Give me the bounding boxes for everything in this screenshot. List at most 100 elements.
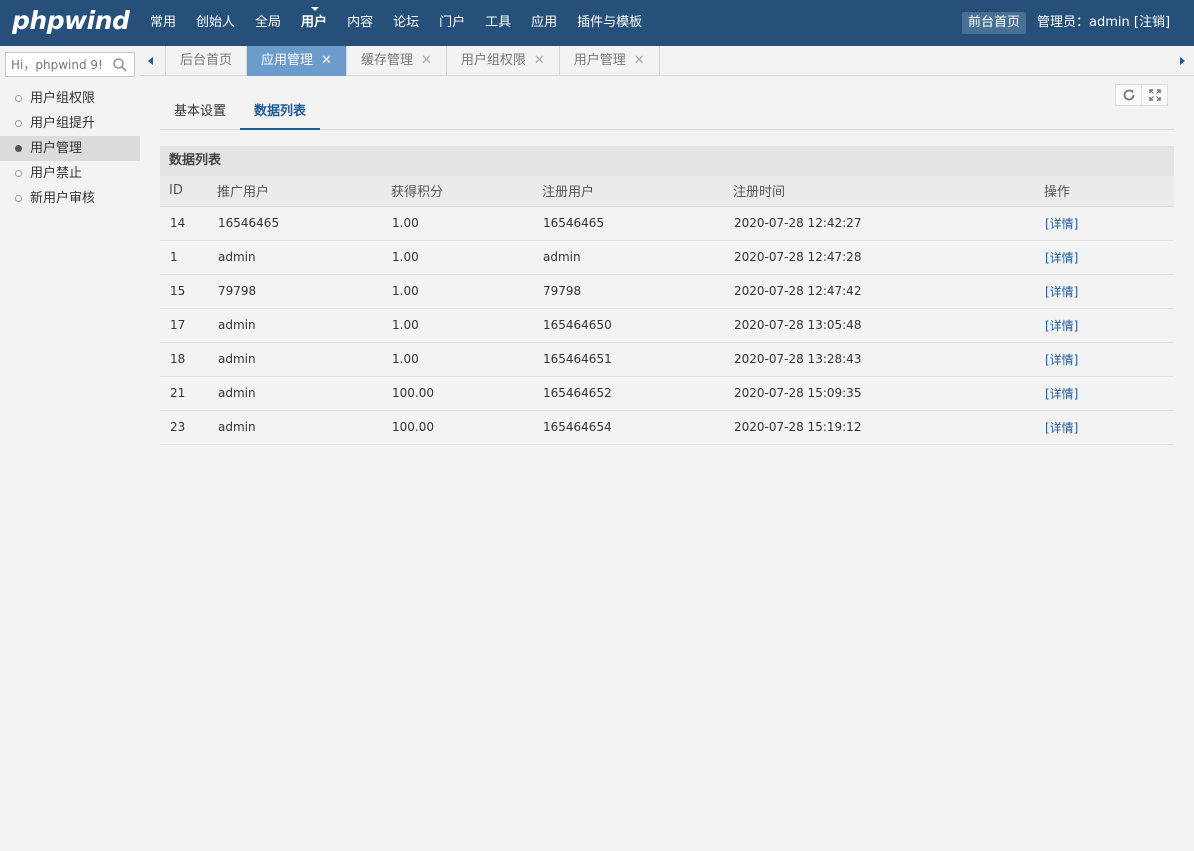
table-cell-registered: 79798 — [533, 274, 724, 309]
admin-info: 管理员：admin [注销] — [1037, 0, 1170, 46]
detail-link[interactable]: [详情] — [1045, 251, 1078, 265]
nav-item-8[interactable]: 应用 — [521, 0, 567, 46]
nav-item-label: 常用 — [150, 15, 177, 30]
detail-link[interactable]: [详情] — [1045, 421, 1078, 435]
tab-4[interactable]: 用户管理 ✕ — [560, 46, 660, 76]
sidebar-item-1[interactable]: 用户组提升 — [0, 111, 140, 136]
phpwind-logo[interactable]: phpwind — [12, 6, 130, 35]
table-cell-registered: 165464650 — [533, 308, 724, 343]
table-cell-action: [详情] — [1035, 206, 1174, 241]
nav-item-7[interactable]: 工具 — [475, 0, 521, 46]
table-cell-id: 23 — [160, 410, 208, 445]
detail-link[interactable]: [详情] — [1045, 387, 1078, 401]
tab-label: 缓存管理 — [360, 53, 413, 68]
top-header: phpwind 常用 创始人 全局 用户 内容 论坛 门户 工具 应用 插件与模板 前台首页 管理… — [0, 0, 1194, 46]
table-cell-registered: 165464654 — [533, 410, 724, 445]
table-header-row: ID 推广用户 获得积分 注册用户 注册时间 操作 — [160, 176, 1174, 207]
table-cell-points: 1.00 — [382, 274, 533, 309]
table-cell-action: [详情] — [1035, 274, 1174, 309]
table-cell-points: 1.00 — [382, 308, 533, 343]
table-cell-id: 17 — [160, 308, 208, 343]
close-icon[interactable]: ✕ — [534, 53, 545, 68]
chevron-left-icon[interactable] — [140, 46, 165, 76]
bullet-icon — [15, 145, 22, 152]
table-row: 14 16546465 1.00 16546465 2020-07-28 12:42:2… — [160, 206, 1174, 241]
nav-item-label: 门户 — [439, 15, 466, 30]
frontend-home-button[interactable]: 前台首页 — [962, 12, 1027, 34]
nav-item-0[interactable]: 常用 — [140, 0, 186, 46]
column-header: 注册用户 — [533, 176, 724, 207]
sidebar-item-label: 用户组权限 — [30, 91, 96, 106]
nav-item-label: 全局 — [255, 15, 282, 30]
sidebar-item-2[interactable]: 用户管理 — [0, 136, 140, 161]
table-cell-id: 18 — [160, 342, 208, 377]
nav-item-1[interactable]: 创始人 — [186, 0, 245, 46]
column-header: 注册时间 — [724, 176, 1035, 207]
chevron-right-icon[interactable] — [1169, 46, 1194, 76]
tab-1[interactable]: 应用管理 ✕ — [247, 46, 347, 76]
table-cell-promoter: admin — [208, 376, 382, 411]
detail-link[interactable]: [详情] — [1045, 217, 1078, 231]
subtab-1[interactable]: 数据列表 — [240, 98, 321, 130]
sidebar-item-label: 新用户审核 — [30, 191, 96, 206]
table-cell-action: [详情] — [1035, 240, 1174, 275]
table-cell-id: 15 — [160, 274, 208, 309]
data-list-panel: 数据列表 ID 推广用户 获得积分 注册用户 注册时间 操作 14 16546465 1.00… — [160, 146, 1174, 445]
column-header: 操作 — [1035, 176, 1174, 207]
table-cell-promoter: admin — [208, 342, 382, 377]
subtab-0[interactable]: 基本设置 — [160, 98, 240, 130]
detail-link[interactable]: [详情] — [1045, 319, 1078, 333]
tab-0[interactable]: 后台首页 — [165, 46, 248, 76]
sidebar-item-0[interactable]: 用户组权限 — [0, 86, 140, 111]
table-cell-action: [详情] — [1035, 410, 1174, 445]
bullet-icon — [15, 95, 22, 102]
table-cell-registered: 16546465 — [533, 206, 724, 241]
tab-2[interactable]: 缓存管理 ✕ — [347, 46, 447, 76]
sidebar-item-label: 用户管理 — [30, 141, 83, 156]
table-cell-time: 2020-07-28 12:42:27 — [724, 206, 1035, 241]
sidebar-item-3[interactable]: 用户禁止 — [0, 161, 140, 186]
tab-label: 用户管理 — [573, 53, 626, 68]
bullet-icon — [15, 120, 22, 127]
column-header: ID — [160, 176, 208, 207]
search-input[interactable] — [6, 53, 110, 76]
table-cell-time: 2020-07-28 13:05:48 — [724, 308, 1035, 343]
table-row: 21 admin 100.00 165464652 2020-07-28 15:09:3… — [160, 376, 1174, 411]
nav-item-6[interactable]: 门户 — [429, 0, 475, 46]
sidebar-item-label: 用户禁止 — [30, 166, 83, 181]
sidebar-item-label: 用户组提升 — [30, 116, 96, 131]
nav-item-5[interactable]: 论坛 — [383, 0, 429, 46]
nav-item-4[interactable]: 内容 — [337, 0, 383, 46]
close-icon[interactable]: ✕ — [421, 53, 432, 68]
tab-3[interactable]: 用户组权限 ✕ — [447, 46, 560, 76]
table-cell-time: 2020-07-28 13:28:43 — [724, 342, 1035, 377]
table-cell-promoter: admin — [208, 410, 382, 445]
nav-item-label: 创始人 — [196, 15, 236, 30]
nav-item-label: 工具 — [485, 15, 512, 30]
tab-label: 后台首页 — [180, 53, 233, 68]
detail-link[interactable]: [详情] — [1045, 353, 1078, 367]
nav-item-label: 论坛 — [393, 15, 420, 30]
table-row: 1 admin 1.00 admin 2020-07-28 12:47:28 [详情] — [160, 240, 1174, 275]
tab-label: 应用管理 — [261, 53, 314, 68]
open-tabs: 后台首页 应用管理 ✕ 缓存管理 ✕ 用户组权限 ✕ 用户管理 ✕ — [165, 46, 660, 76]
table-row: 15 79798 1.00 79798 2020-07-28 12:47:42 [详情] — [160, 274, 1174, 309]
close-icon[interactable]: ✕ — [634, 53, 645, 68]
logout-link[interactable]: [注销] — [1134, 15, 1170, 30]
nav-item-3[interactable]: 用户 — [291, 0, 337, 46]
close-icon[interactable]: ✕ — [321, 53, 332, 68]
nav-item-2[interactable]: 全局 — [245, 0, 291, 46]
bullet-icon — [15, 170, 22, 177]
bullet-icon — [15, 195, 22, 202]
search-icon[interactable] — [112, 57, 128, 73]
table-cell-points: 1.00 — [382, 342, 533, 377]
column-header: 推广用户 — [208, 176, 382, 207]
nav-item-9[interactable]: 插件与模板 — [567, 0, 652, 46]
detail-link[interactable]: [详情] — [1045, 285, 1078, 299]
nav-item-label: 插件与模板 — [577, 15, 643, 30]
data-table: ID 推广用户 获得积分 注册用户 注册时间 操作 14 16546465 1.00 16546… — [160, 176, 1174, 445]
sidebar-item-4[interactable]: 新用户审核 — [0, 186, 140, 211]
table-cell-points: 1.00 — [382, 240, 533, 275]
table-cell-points: 1.00 — [382, 206, 533, 241]
table-row: 18 admin 1.00 165464651 2020-07-28 13:28:43 [… — [160, 342, 1174, 377]
